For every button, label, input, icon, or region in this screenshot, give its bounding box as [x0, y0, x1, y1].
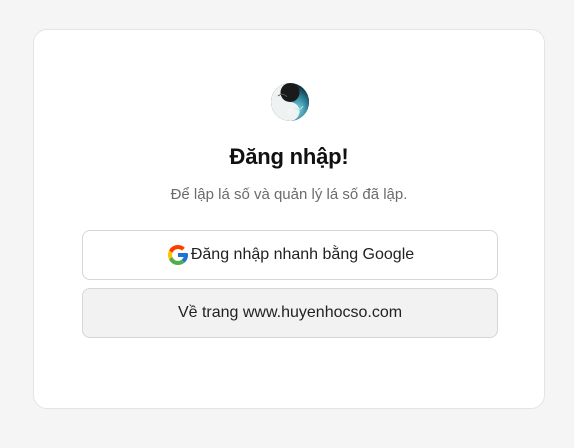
page-title: Đăng nhập!: [229, 144, 349, 169]
google-icon: [167, 245, 188, 265]
page-subtitle: Để lập lá số và quản lý lá số đã lập.: [170, 186, 408, 203]
yin-yang-logo-icon: [271, 83, 309, 121]
back-to-home-button[interactable]: Về trang www.huyenhocso.com: [82, 288, 498, 338]
google-login-label: Đăng nhập nhanh bằng Google: [190, 246, 415, 263]
back-to-home-label: Về trang www.huyenhocso.com: [177, 304, 403, 321]
login-card: Đăng nhập! Để lập lá số và quản lý lá số…: [33, 29, 545, 409]
google-login-button[interactable]: Đăng nhập nhanh bằng Google: [82, 230, 498, 280]
